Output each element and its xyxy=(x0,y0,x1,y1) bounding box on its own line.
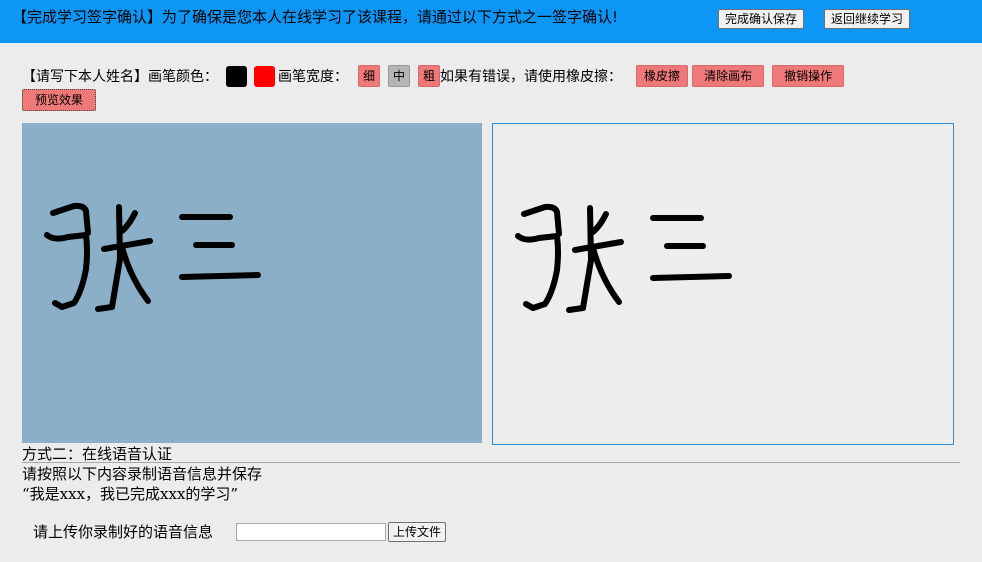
voice-quote: “我是xxx，我已完成xxx的学习” xyxy=(22,485,239,503)
color-swatch-red[interactable] xyxy=(254,65,275,87)
width-medium-button[interactable]: 中 xyxy=(388,65,411,87)
width-thick-button[interactable]: 粗 xyxy=(418,65,441,87)
signature-canvas[interactable] xyxy=(22,123,482,443)
preview-strokes xyxy=(515,203,732,313)
return-study-button[interactable]: 返回继续学习 xyxy=(824,9,911,29)
signature-strokes xyxy=(44,202,261,312)
pen-toolbar: 【请写下本人姓名】 画笔颜色： 画笔宽度： 细 中 粗 如果有错误，请使用橡皮擦… xyxy=(22,64,846,88)
upload-file-field[interactable] xyxy=(236,523,386,541)
header-bar: 【完成学习签字确认】为了确保是您本人在线学习了该课程，请通过以下方式之一签字确认… xyxy=(0,0,982,43)
signature-notice: 【完成学习签字确认】为了确保是您本人在线学习了该课程，请通过以下方式之一签字确认… xyxy=(12,8,619,26)
signature-preview xyxy=(492,123,954,445)
name-prompt: 【请写下本人姓名】 xyxy=(22,69,148,85)
voice-instruction: 请按照以下内容录制语音信息并保存 xyxy=(22,465,263,483)
upload-label: 请上传你录制好的语音信息 xyxy=(33,523,214,541)
color-swatch-black[interactable] xyxy=(226,65,247,87)
eraser-prompt: 如果有错误，请使用橡皮擦： xyxy=(440,69,623,85)
pen-color-label: 画笔颜色： xyxy=(148,69,218,85)
upload-file-button[interactable]: 上传文件 xyxy=(388,522,447,542)
main-panel: 【请写下本人姓名】 画笔颜色： 画笔宽度： 细 中 粗 如果有错误，请使用橡皮擦… xyxy=(0,43,982,562)
save-confirm-button[interactable]: 完成确认保存 xyxy=(718,9,805,29)
voice-method-title: 方式二：在线语音认证 xyxy=(22,445,173,463)
pen-width-label: 画笔宽度： xyxy=(278,69,348,85)
undo-button[interactable]: 撤销操作 xyxy=(772,65,845,87)
preview-button[interactable]: 预览效果 xyxy=(22,89,97,111)
clear-canvas-button[interactable]: 清除画布 xyxy=(692,65,765,87)
eraser-button[interactable]: 橡皮擦 xyxy=(636,65,689,87)
width-thin-button[interactable]: 细 xyxy=(358,65,381,87)
